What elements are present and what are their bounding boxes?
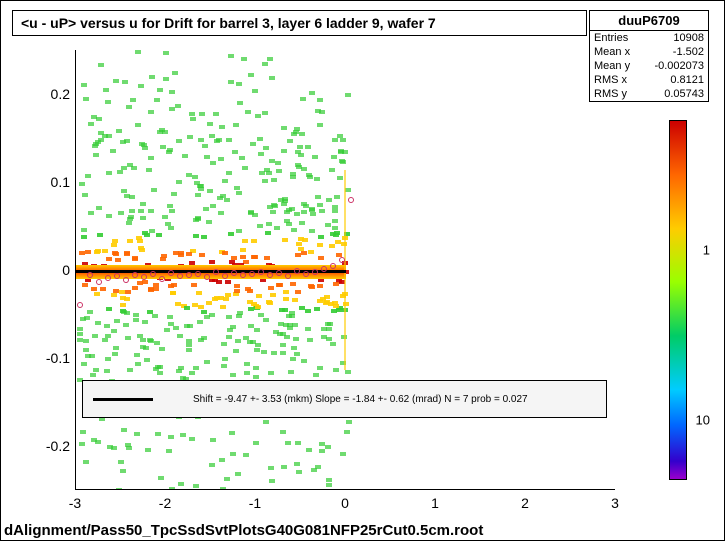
y-axis: 0.2 0.1 0 -0.1 -0.2 [30, 50, 70, 490]
fit-legend-text: Shift = -9.47 +- 3.53 (mkm) Slope = -1.8… [193, 394, 528, 405]
y-tick-label: 0 [62, 262, 70, 278]
x-tick-label: 0 [341, 495, 349, 511]
x-tick-label: -2 [159, 495, 171, 511]
stats-value: 0.8121 [670, 74, 704, 86]
stats-value: 10908 [673, 32, 704, 44]
colorbar-tick: 10 [696, 413, 710, 428]
plot-area [75, 50, 615, 490]
stats-entries: Entries 10908 [590, 31, 708, 45]
y-tick-label: -0.2 [46, 438, 70, 454]
stats-label: Entries [594, 32, 628, 44]
stats-value: -1.502 [673, 46, 704, 58]
plot-title: <u - uP> versus u for Drift for barrel 3… [12, 10, 587, 36]
file-caption: dAlignment/Pass50_TpcSsdSvtPlotsG40G081N… [4, 522, 483, 539]
x-tick-label: 1 [431, 495, 439, 511]
stats-value: 0.05743 [664, 88, 704, 100]
caption-text: dAlignment/Pass50_TpcSsdSvtPlotsG40G081N… [4, 522, 483, 539]
y-tick-label: 0.1 [51, 174, 70, 190]
colorbar-tick: 1 [703, 243, 710, 258]
x-tick-label: 3 [611, 495, 619, 511]
y-tick-label: 0.2 [51, 86, 70, 102]
x-axis: -3 -2 -1 0 1 2 3 [75, 495, 615, 515]
x-tick-label: -3 [69, 495, 81, 511]
stats-name: duuP6709 [590, 11, 708, 31]
colorbar [669, 120, 687, 480]
title-text: <u - uP> versus u for Drift for barrel 3… [21, 15, 436, 31]
fit-legend-line-icon [93, 398, 153, 401]
y-tick-label: -0.1 [46, 350, 70, 366]
stats-value: -0.002073 [654, 60, 704, 72]
x-tick-label: -1 [249, 495, 261, 511]
fit-legend: Shift = -9.47 +- 3.53 (mkm) Slope = -1.8… [82, 380, 607, 418]
x-tick-label: 2 [521, 495, 529, 511]
